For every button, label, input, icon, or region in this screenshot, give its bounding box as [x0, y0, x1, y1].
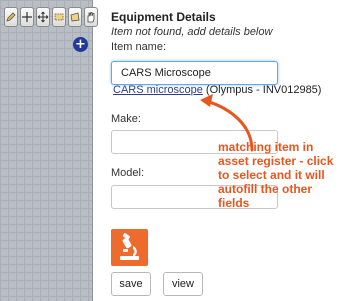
- microscope-icon: [120, 233, 139, 260]
- view-button[interactable]: view: [163, 272, 203, 296]
- pencil-tool-button[interactable]: [4, 7, 18, 27]
- panel-subtitle: Item not found, add details below: [111, 26, 273, 38]
- canvas-area[interactable]: +: [0, 0, 98, 301]
- rectangle-select-tool-button[interactable]: [52, 7, 66, 27]
- polygon-select-tool-button[interactable]: [68, 7, 82, 27]
- rectangle-select-icon: [54, 13, 64, 21]
- panel-title: Equipment Details: [111, 10, 216, 24]
- matching-item-detail: (Olympus - INV012985): [205, 84, 322, 96]
- item-name-input[interactable]: [111, 61, 278, 85]
- add-button[interactable]: +: [73, 37, 88, 52]
- matching-item-suggestion: CARS microscope (Olympus - INV012985): [113, 84, 321, 96]
- hand-tool-button[interactable]: [84, 7, 98, 27]
- canvas-toolbar: [0, 4, 98, 30]
- make-label: Make:: [111, 113, 141, 125]
- move-tool-button[interactable]: [36, 7, 50, 27]
- hand-icon: [87, 12, 95, 23]
- item-name-label: Item name:: [111, 41, 167, 53]
- model-label: Model:: [111, 167, 145, 179]
- crosshair-tool-button[interactable]: [20, 7, 34, 27]
- save-button[interactable]: save: [111, 272, 151, 296]
- microscope-logo: [111, 229, 148, 266]
- polygon-select-icon: [70, 12, 80, 22]
- crosshair-icon: [22, 12, 32, 22]
- annotation-note: matching item in asset register - click …: [218, 140, 334, 210]
- pencil-icon: [6, 12, 16, 22]
- matching-item-link[interactable]: CARS microscope: [113, 84, 203, 96]
- move-icon: [37, 11, 49, 23]
